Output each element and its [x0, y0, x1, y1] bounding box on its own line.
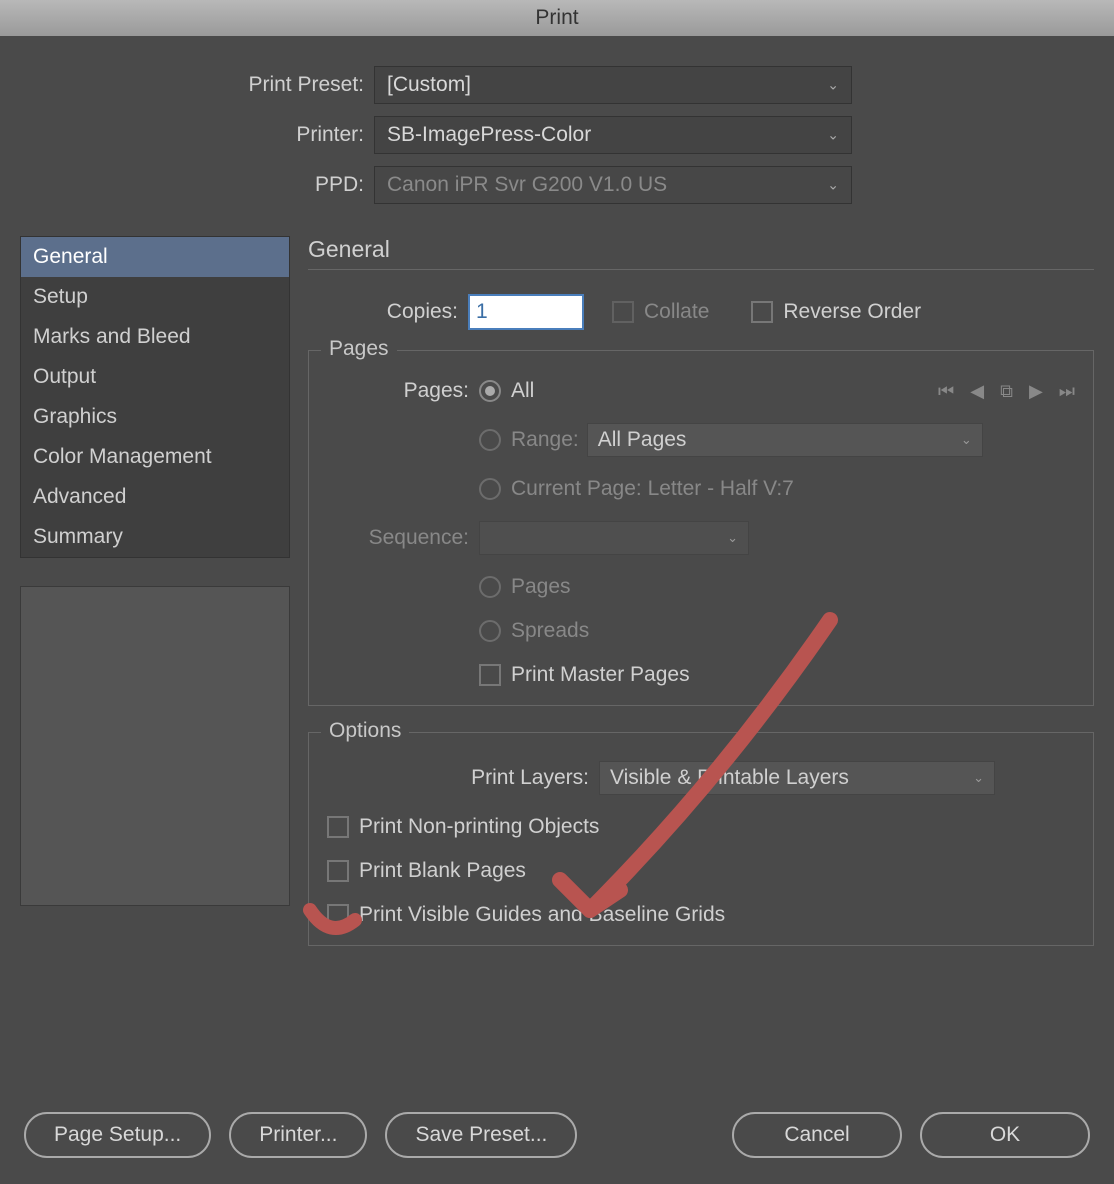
- blank-pages-label: Print Blank Pages: [359, 859, 526, 883]
- print-preset-label: Print Preset:: [20, 73, 374, 97]
- chevron-down-icon: ⌄: [827, 177, 839, 194]
- ppd-value: Canon iPR Svr G200 V1.0 US: [387, 173, 667, 197]
- blank-pages-checkbox[interactable]: [327, 860, 349, 882]
- print-layers-select[interactable]: Visible & Printable Layers ⌄: [599, 761, 995, 795]
- options-group: Options Print Layers: Visible & Printabl…: [308, 732, 1094, 946]
- sidebar-item-marks[interactable]: Marks and Bleed: [21, 317, 289, 357]
- options-group-title: Options: [321, 719, 409, 743]
- main-panel: General Copies: Collate Reverse Order Pa…: [308, 236, 1094, 972]
- range-select[interactable]: All Pages ⌄: [587, 423, 983, 457]
- sidebar-item-output[interactable]: Output: [21, 357, 289, 397]
- chevron-down-icon: ⌄: [973, 770, 984, 786]
- save-preset-button[interactable]: Save Preset...: [385, 1112, 577, 1158]
- chevron-down-icon: ⌄: [961, 432, 972, 448]
- titlebar: Print: [0, 0, 1114, 36]
- range-label: Range:: [511, 428, 579, 452]
- print-preset-select[interactable]: [Custom] ⌄: [374, 66, 852, 104]
- pages-radio[interactable]: [479, 576, 501, 598]
- sidebar-list: General Setup Marks and Bleed Output Gra…: [20, 236, 290, 558]
- pages-all-radio[interactable]: [479, 380, 501, 402]
- pages-range-radio[interactable]: [479, 429, 501, 451]
- copies-input[interactable]: [468, 294, 584, 330]
- sequence-select: ⌄: [479, 521, 749, 555]
- window-title: Print: [535, 6, 578, 30]
- pages-current-radio[interactable]: [479, 478, 501, 500]
- printer-button[interactable]: Printer...: [229, 1112, 367, 1158]
- pages-radio-label: Pages: [511, 575, 571, 599]
- page-nav: ⏮ ◀ ⧉ ▶ ⏭: [938, 381, 1075, 402]
- collate-label: Collate: [644, 300, 709, 324]
- non-printing-checkbox[interactable]: [327, 816, 349, 838]
- cancel-button[interactable]: Cancel: [732, 1112, 902, 1158]
- sidebar-item-summary[interactable]: Summary: [21, 517, 289, 557]
- sequence-label: Sequence:: [327, 526, 479, 550]
- print-master-label: Print Master Pages: [511, 663, 690, 687]
- guides-label: Print Visible Guides and Baseline Grids: [359, 903, 725, 927]
- ok-button[interactable]: OK: [920, 1112, 1090, 1158]
- collate-checkbox: [612, 301, 634, 323]
- next-page-icon[interactable]: ▶: [1029, 381, 1043, 402]
- copies-label: Copies:: [308, 300, 468, 324]
- print-layers-label: Print Layers:: [327, 766, 599, 790]
- pages-group-title: Pages: [321, 337, 397, 361]
- sidebar: General Setup Marks and Bleed Output Gra…: [20, 236, 290, 972]
- printer-label: Printer:: [20, 123, 374, 147]
- chevron-down-icon: ⌄: [827, 127, 839, 144]
- sidebar-item-general[interactable]: General: [21, 237, 289, 277]
- print-layers-value: Visible & Printable Layers: [610, 766, 849, 790]
- ppd-select: Canon iPR Svr G200 V1.0 US ⌄: [374, 166, 852, 204]
- ppd-label: PPD:: [20, 173, 374, 197]
- last-page-icon[interactable]: ⏭: [1059, 381, 1075, 402]
- sidebar-item-graphics[interactable]: Graphics: [21, 397, 289, 437]
- pages-label: Pages:: [327, 379, 479, 403]
- printer-value: SB-ImagePress-Color: [387, 123, 591, 147]
- pages-all-label: All: [511, 379, 534, 403]
- first-page-icon[interactable]: ⏮: [938, 381, 954, 402]
- divider: [308, 269, 1094, 270]
- page-setup-button[interactable]: Page Setup...: [24, 1112, 211, 1158]
- print-master-checkbox[interactable]: [479, 664, 501, 686]
- sidebar-item-advanced[interactable]: Advanced: [21, 477, 289, 517]
- reverse-order-checkbox[interactable]: [751, 301, 773, 323]
- chevron-down-icon: ⌄: [827, 77, 839, 94]
- pages-group: Pages Pages: All ⏮ ◀ ⧉ ▶ ⏭ Range: All P: [308, 350, 1094, 706]
- printer-select[interactable]: SB-ImagePress-Color ⌄: [374, 116, 852, 154]
- reverse-order-label: Reverse Order: [783, 300, 921, 324]
- spreads-radio-label: Spreads: [511, 619, 589, 643]
- footer: Page Setup... Printer... Save Preset... …: [0, 1112, 1114, 1158]
- top-area: Print Preset: [Custom] ⌄ Printer: SB-Ima…: [0, 36, 1114, 236]
- prev-page-icon[interactable]: ◀: [970, 381, 984, 402]
- panel-heading: General: [308, 236, 1094, 263]
- sidebar-item-setup[interactable]: Setup: [21, 277, 289, 317]
- spreads-radio[interactable]: [479, 620, 501, 642]
- page-preview: [20, 586, 290, 906]
- non-printing-label: Print Non-printing Objects: [359, 815, 599, 839]
- print-preset-value: [Custom]: [387, 73, 471, 97]
- guides-checkbox[interactable]: [327, 904, 349, 926]
- range-value: All Pages: [598, 428, 687, 452]
- chevron-down-icon: ⌄: [727, 530, 738, 546]
- sidebar-item-color[interactable]: Color Management: [21, 437, 289, 477]
- current-page-label: Current Page: Letter - Half V:7: [511, 477, 794, 501]
- pages-icon[interactable]: ⧉: [1000, 381, 1013, 402]
